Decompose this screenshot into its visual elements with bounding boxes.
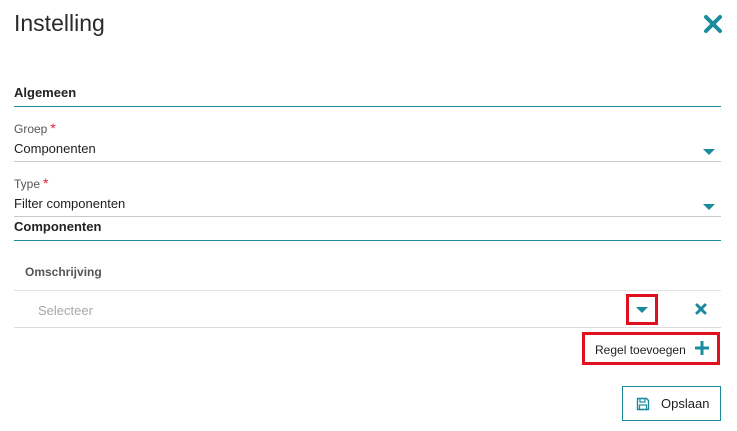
floppy-disk-icon bbox=[636, 397, 650, 411]
save-label: Opslaan bbox=[661, 396, 710, 411]
group-field: Groep * Componenten bbox=[14, 120, 721, 162]
type-select[interactable]: Filter componenten bbox=[14, 193, 721, 217]
plus-icon bbox=[695, 341, 709, 355]
add-row-button[interactable]: Regel toevoegen bbox=[582, 332, 720, 365]
component-select-placeholder[interactable]: Selecteer bbox=[38, 303, 93, 318]
chevron-down-icon[interactable] bbox=[703, 149, 715, 155]
add-row-label: Regel toevoegen bbox=[595, 343, 686, 357]
section-header-components: Componenten bbox=[14, 219, 721, 241]
table-row: Selecteer bbox=[14, 291, 721, 328]
close-icon[interactable] bbox=[694, 302, 708, 316]
remove-row-button[interactable] bbox=[694, 302, 708, 316]
table-header: Omschrijving bbox=[14, 254, 721, 291]
dialog-title: Instelling bbox=[14, 10, 105, 36]
group-select-value: Componenten bbox=[14, 141, 96, 156]
column-header-description: Omschrijving bbox=[25, 265, 102, 279]
save-button[interactable]: Opslaan bbox=[622, 386, 721, 421]
type-label: Type * bbox=[14, 175, 49, 191]
type-field: Type * Filter componenten bbox=[14, 175, 721, 217]
group-label: Groep * bbox=[14, 120, 56, 136]
close-icon[interactable] bbox=[702, 12, 724, 36]
component-dropdown-toggle[interactable] bbox=[626, 294, 658, 325]
chevron-down-icon[interactable] bbox=[703, 204, 715, 210]
required-marker: * bbox=[50, 120, 56, 136]
group-select[interactable]: Componenten bbox=[14, 138, 721, 162]
required-marker: * bbox=[43, 175, 49, 191]
type-select-value: Filter componenten bbox=[14, 196, 126, 211]
section-header-general: Algemeen bbox=[14, 85, 721, 107]
chevron-down-icon[interactable] bbox=[636, 307, 648, 313]
close-button[interactable] bbox=[702, 12, 724, 36]
